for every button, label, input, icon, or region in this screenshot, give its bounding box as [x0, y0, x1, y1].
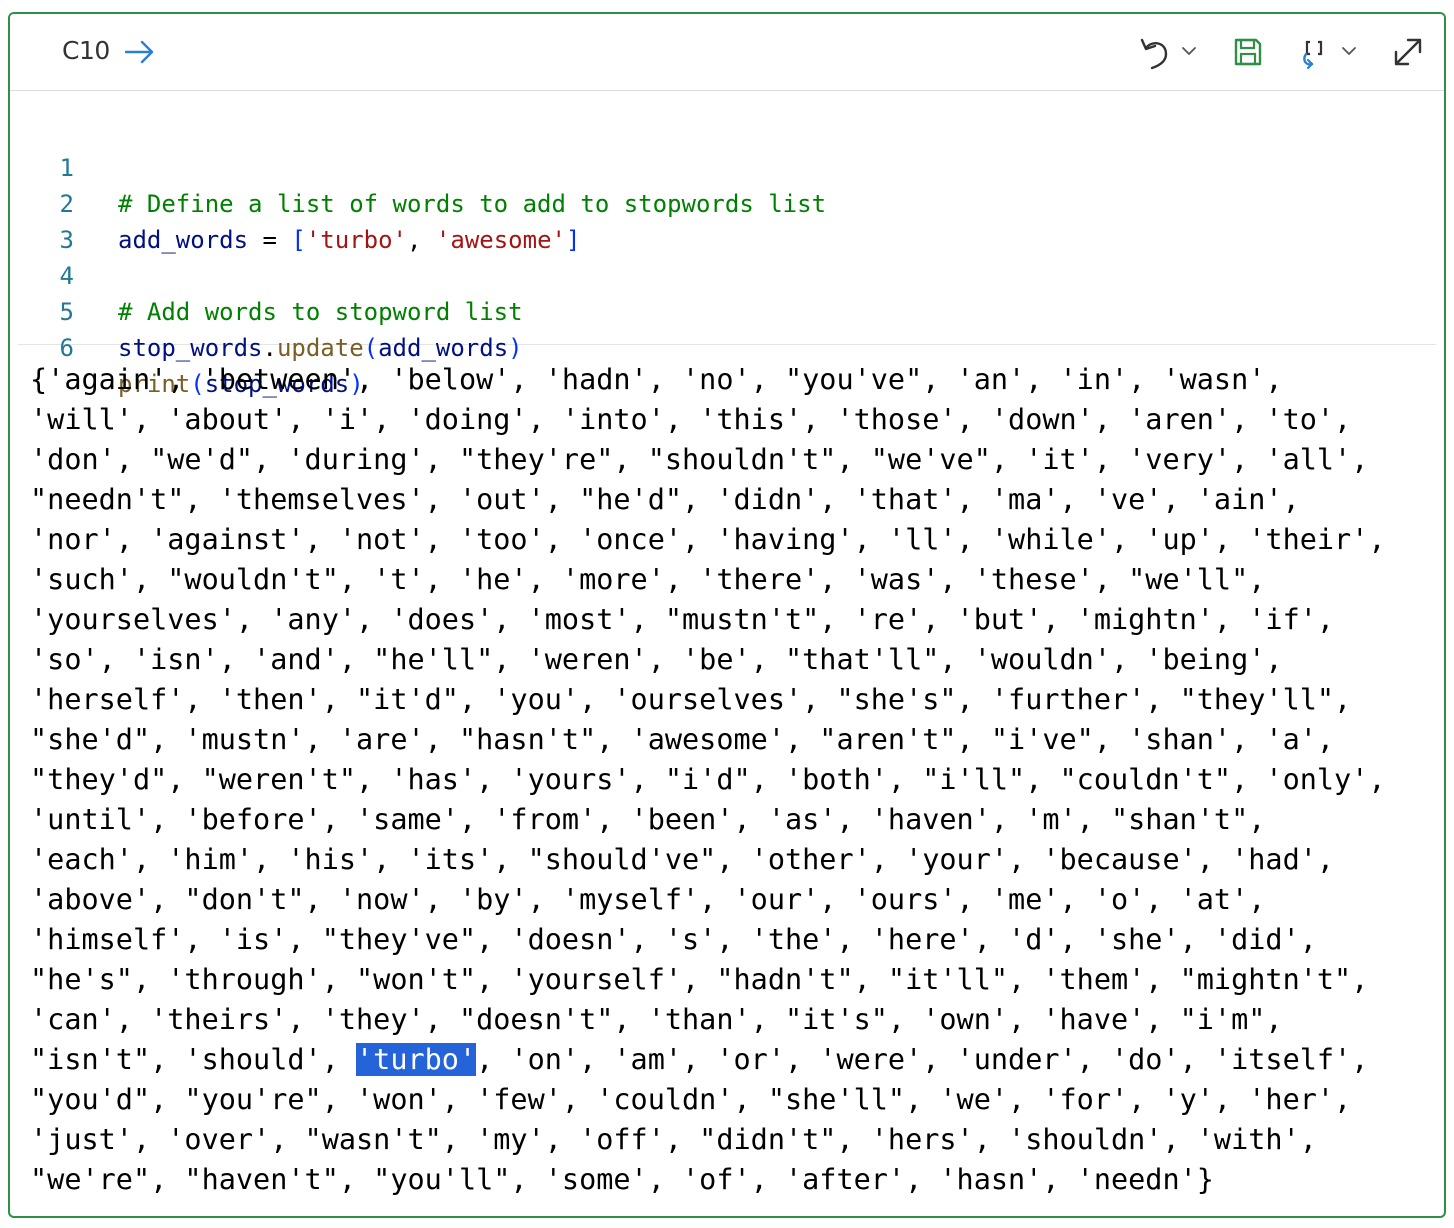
- code-text: # Define a list of words to add to stopw…: [118, 190, 827, 218]
- output-line: "needn't", 'themselves', 'out', "he'd", …: [30, 483, 1300, 516]
- undo-icon[interactable]: [1138, 34, 1172, 72]
- output-line: "you'd", "you're", 'won', 'few', 'couldn…: [30, 1083, 1352, 1116]
- arrow-right-icon[interactable]: [122, 36, 158, 68]
- output-line: "he's", 'through', "won't", 'yourself', …: [30, 963, 1369, 996]
- output-line: "they'd", "weren't", 'has', 'yours', "i'…: [30, 763, 1386, 796]
- save-icon[interactable]: [1232, 36, 1264, 68]
- code-editor[interactable]: 1 # Define a list of words to add to sto…: [18, 114, 1436, 398]
- convert-icon[interactable]: [1298, 34, 1338, 72]
- cell-label: C10: [62, 36, 110, 65]
- code-line: 4 # Add words to stopword list: [18, 222, 523, 326]
- code-text: add_words = ['turbo', 'awesome']: [118, 226, 581, 254]
- cell-output: {'again', 'between', 'below', 'hadn', 'n…: [30, 360, 1424, 1206]
- expand-icon[interactable]: [1392, 36, 1424, 68]
- selected-text[interactable]: 'turbo': [356, 1043, 477, 1076]
- output-line: 'yourselves', 'any', 'does', 'most', "mu…: [30, 603, 1335, 636]
- output-line: 'so', 'isn', 'and', "he'll", 'weren', 'b…: [30, 643, 1283, 676]
- chevron-down-icon[interactable]: [1180, 44, 1198, 58]
- code-line: 6 print(stop_words): [18, 294, 364, 398]
- output-line: 'above', "don't", 'now', 'by', 'myself',…: [30, 883, 1266, 916]
- cell-toolbar: C10: [10, 14, 1444, 91]
- output-line: 'until', 'before', 'same', 'from', 'been…: [30, 803, 1266, 836]
- code-line: 2 add_words = ['turbo', 'awesome']: [18, 150, 581, 254]
- code-line: 1 # Define a list of words to add to sto…: [18, 114, 826, 218]
- output-line: 'just', 'over', "wasn't", 'my', 'off', "…: [30, 1123, 1317, 1156]
- output-line: 'each', 'him', 'his', 'its', "should've"…: [30, 843, 1335, 876]
- output-line: "isn't", 'should', 'turbo', 'on', 'am', …: [30, 1043, 1369, 1076]
- output-line: "we're", "haven't", "you'll", 'some', 'o…: [30, 1163, 1214, 1196]
- output-line: 'will', 'about', 'i', 'doing', 'into', '…: [30, 403, 1352, 436]
- output-line: 'himself', 'is', "they've", 'doesn', 's'…: [30, 923, 1317, 956]
- notebook-cell[interactable]: C10 1 # Define a list of words to add to…: [8, 12, 1446, 1218]
- output-line: 'nor', 'against', 'not', 'too', 'once', …: [30, 523, 1386, 556]
- output-line: 'such', "wouldn't", 't', 'he', 'more', '…: [30, 563, 1266, 596]
- output-line: 'can', 'theirs', 'they', "doesn't", 'tha…: [30, 1003, 1283, 1036]
- output-line: "she'd", 'mustn', 'are', "hasn't", 'awes…: [30, 723, 1335, 756]
- output-line: 'herself', 'then', "it'd", 'you', 'ourse…: [30, 683, 1352, 716]
- output-line: {'again', 'between', 'below', 'hadn', 'n…: [30, 363, 1283, 396]
- code-text: # Add words to stopword list: [118, 298, 523, 326]
- code-line: 3: [18, 186, 105, 254]
- code-line: 5 stop_words.update(add_words): [18, 258, 523, 362]
- output-line: 'don', "we'd", 'during', "they're", "sho…: [30, 443, 1369, 476]
- chevron-down-icon[interactable]: [1340, 44, 1358, 58]
